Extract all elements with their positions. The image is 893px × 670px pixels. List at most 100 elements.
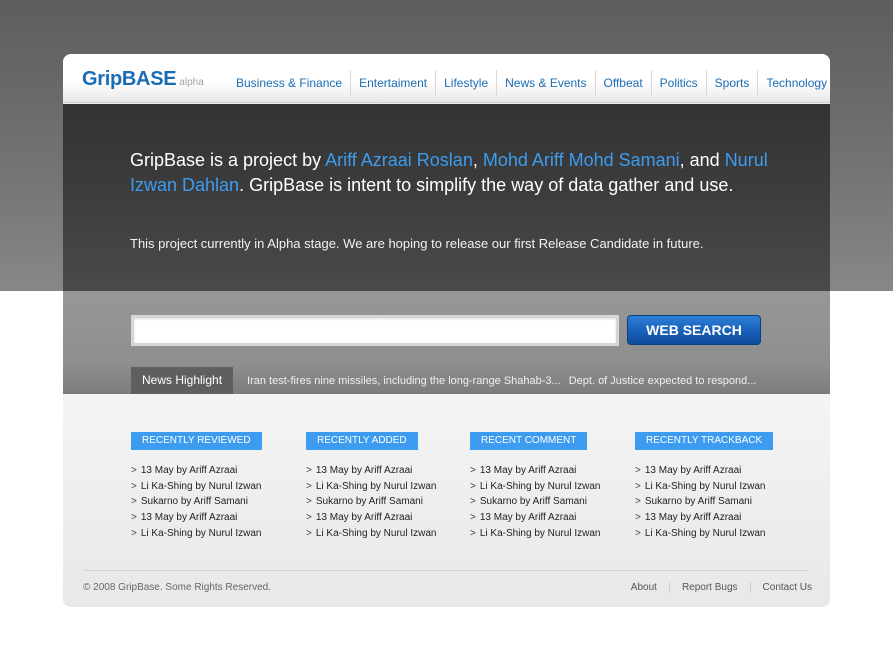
list-item[interactable]: >13 May by Ariff Azraai (635, 463, 773, 479)
news-ticker-item[interactable]: Dept. of Justice expected to respond... (569, 375, 757, 387)
list-item[interactable]: >13 May by Ariff Azraai (131, 463, 262, 479)
list-item[interactable]: >13 May by Ariff Azraai (306, 463, 436, 479)
list-item-label: 13 May by Ariff Azraai (315, 465, 413, 476)
recently-trackback-heading: RECENTLY TRACKBACK (635, 432, 774, 450)
list-item-label: Li Ka-Shing by Nurul Izwan (315, 527, 437, 539)
nav-item-entertainment[interactable]: Entertaiment (350, 70, 435, 96)
list-item-label: 13 May by Ariff Azraai (140, 512, 238, 524)
chevron-right-icon: > (635, 512, 641, 524)
list-item[interactable]: >13 May by Ariff Azraai (635, 510, 773, 526)
hero-separator-1: , (472, 150, 483, 170)
list-item[interactable]: > Li Ka-Shing by Nurul Izwan (306, 479, 436, 495)
chevron-right-icon: > (470, 496, 476, 508)
chevron-right-icon: > (131, 496, 137, 508)
nav-item-technology[interactable]: Technology (757, 70, 830, 96)
chevron-right-icon: > (306, 512, 312, 524)
news-ticker-item[interactable]: Iran test-fires nine missiles, including… (247, 375, 561, 387)
recently-added-list: >13 May by Ariff Azraai > Li Ka-Shing by … (306, 463, 436, 541)
list-item-label: Sukarno by Ariff Samani (479, 496, 587, 508)
chevron-right-icon: > (635, 496, 641, 508)
nav-item-news-events[interactable]: News & Events (496, 70, 594, 96)
hero-banner: GripBase is a project by Ariff Azraai Ro… (63, 104, 830, 291)
chevron-right-icon: > (470, 512, 476, 524)
list-item[interactable]: >13 May by Ariff Azraai (470, 463, 600, 479)
list-item-label: Li Ka-Shing by Nurul Izwan (140, 480, 262, 492)
list-item-label: Li Ka-Shing by Nurul Izwan (479, 480, 601, 492)
nav-item-politics[interactable]: Politics (650, 70, 706, 96)
recently-reviewed-column: RECENTLY REVIEWED >13 May by Ariff Azraa… (131, 428, 262, 541)
list-item-label: 13 May by Ariff Azraai (644, 512, 742, 524)
chevron-right-icon: > (470, 480, 476, 492)
site-logo[interactable]: GripBASE alpha (82, 68, 204, 91)
list-item[interactable]: > Sukarno by Ariff Samani (131, 494, 262, 510)
main-nav: Business & Finance Entertaiment Lifestyl… (228, 70, 830, 96)
list-item-label: Sukarno by Ariff Samani (315, 496, 423, 508)
news-highlight-bar: News Highlight Iran test-fires nine miss… (131, 367, 830, 394)
nav-item-offbeat[interactable]: Offbeat (594, 70, 651, 96)
list-item-label: 13 May by Ariff Azraai (479, 465, 577, 476)
hero-intro: GripBase is a project by Ariff Azraai Ro… (130, 148, 780, 198)
footer-divider (83, 570, 808, 571)
list-item[interactable]: > Sukarno by Ariff Samani (470, 494, 600, 510)
list-item-label: Sukarno by Ariff Samani (140, 496, 248, 508)
list-item[interactable]: > Li Ka-Shing by Nurul Izwan (306, 526, 436, 542)
web-search-button[interactable]: WEB SEARCH (627, 315, 761, 345)
footer-links: About Report Bugs Contact Us (619, 582, 812, 593)
logo-alpha-tag: alpha (179, 77, 204, 88)
list-item-label: Li Ka-Shing by Nurul Izwan (479, 527, 601, 539)
chevron-right-icon: > (306, 496, 312, 508)
chevron-right-icon: > (470, 465, 476, 476)
news-highlight-label: News Highlight (131, 367, 234, 394)
nav-item-lifestyle[interactable]: Lifestyle (435, 70, 496, 96)
list-item[interactable]: > Sukarno by Ariff Samani (306, 494, 436, 510)
hero-intro-prefix: GripBase is a project by (130, 150, 326, 170)
chevron-right-icon: > (306, 480, 312, 492)
chevron-right-icon: > (306, 465, 312, 476)
recently-added-heading: RECENTLY ADDED (306, 432, 418, 450)
chevron-right-icon: > (635, 527, 641, 539)
list-item[interactable]: > Li Ka-Shing by Nurul Izwan (635, 479, 773, 495)
list-item[interactable]: > Li Ka-Shing by Nurul Izwan (635, 526, 773, 542)
list-item[interactable]: >13 May by Ariff Azraai (306, 510, 436, 526)
list-item[interactable]: >13 May by Ariff Azraai (131, 510, 262, 526)
recent-lists-section: RECENTLY REVIEWED >13 May by Ariff Azraa… (63, 394, 830, 607)
list-item[interactable]: > Li Ka-Shing by Nurul Izwan (131, 479, 262, 495)
nav-item-business-finance[interactable]: Business & Finance (228, 70, 350, 96)
hero-separator-2: , and (679, 150, 725, 170)
list-item-label: 13 May by Ariff Azraai (140, 465, 238, 476)
list-item[interactable]: >13 May by Ariff Azraai (470, 510, 600, 526)
chevron-right-icon: > (470, 527, 476, 539)
hero-subtext: This project currently in Alpha stage. W… (130, 236, 704, 251)
list-item[interactable]: > Li Ka-Shing by Nurul Izwan (470, 479, 600, 495)
search-input[interactable] (131, 315, 619, 346)
list-item-label: Li Ka-Shing by Nurul Izwan (140, 527, 262, 539)
page-container: GripBASE alpha Business & Finance Enterta… (63, 54, 830, 607)
site-header: GripBASE alpha Business & Finance Enterta… (63, 54, 830, 103)
footer-link-contact-us[interactable]: Contact Us (749, 582, 812, 593)
list-item-label: Li Ka-Shing by Nurul Izwan (315, 480, 437, 492)
nav-item-sports[interactable]: Sports (705, 70, 758, 96)
hero-intro-suffix: . GripBase is intent to simplify the way… (239, 175, 734, 195)
list-item-label: Li Ka-Shing by Nurul Izwan (644, 480, 766, 492)
author-link-ariff-azraai[interactable]: Ariff Azraai Roslan (325, 150, 473, 170)
footer-link-about[interactable]: About (619, 582, 669, 593)
recent-comment-heading: RECENT COMMENT (470, 432, 588, 450)
logo-text[interactable]: GripBASE (82, 68, 177, 90)
list-item[interactable]: > Sukarno by Ariff Samani (635, 494, 773, 510)
recently-added-column: RECENTLY ADDED >13 May by Ariff Azraai >… (306, 428, 436, 541)
chevron-right-icon: > (635, 465, 641, 476)
list-item-label: Sukarno by Ariff Samani (644, 496, 752, 508)
list-item[interactable]: > Li Ka-Shing by Nurul Izwan (470, 526, 600, 542)
footer-link-report-bugs[interactable]: Report Bugs (668, 582, 750, 593)
recent-comment-column: RECENT COMMENT >13 May by Ariff Azraai >… (470, 428, 600, 541)
list-item-label: 13 May by Ariff Azraai (644, 465, 742, 476)
chevron-right-icon: > (306, 527, 312, 539)
author-link-mohd-ariff[interactable]: Mohd Ariff Mohd Samani (483, 150, 680, 170)
list-item-label: 13 May by Ariff Azraai (479, 512, 577, 524)
footer-copyright: © 2008 GripBase. Some Rights Reserved. (83, 582, 272, 593)
recently-trackback-column: RECENTLY TRACKBACK >13 May by Ariff Azra… (635, 428, 774, 542)
chevron-right-icon: > (635, 480, 641, 492)
recently-reviewed-list: >13 May by Ariff Azraai > Li Ka-Shing by … (131, 463, 262, 541)
list-item[interactable]: > Li Ka-Shing by Nurul Izwan (131, 526, 262, 542)
list-item-label: 13 May by Ariff Azraai (315, 512, 413, 524)
